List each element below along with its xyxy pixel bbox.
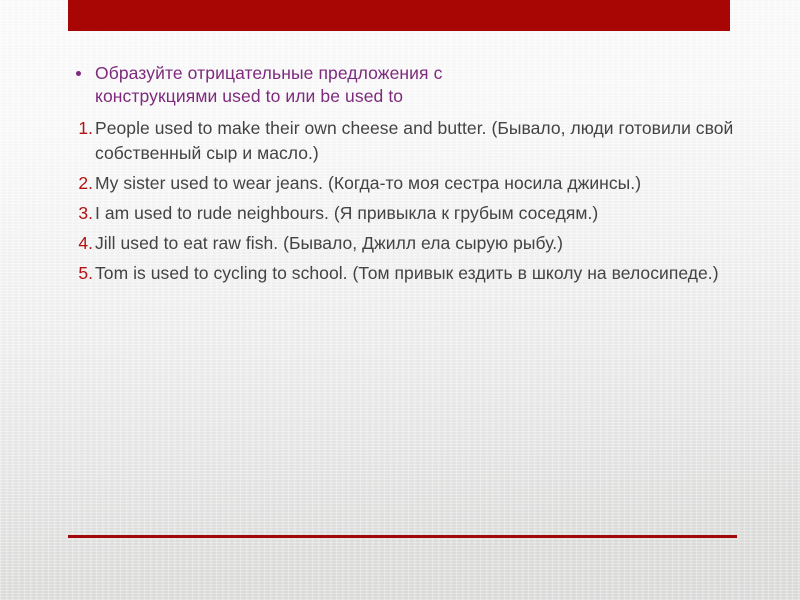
footer-divider <box>68 535 737 538</box>
list-item: 3. I am used to rude neighbours. (Я прив… <box>68 201 728 226</box>
list-item-text: People used to make their own cheese and… <box>95 118 734 163</box>
list-item-number: 1. <box>78 118 93 138</box>
list-item-number: 5. <box>78 263 93 283</box>
slide-content-body: Образуйте отрицательные предложения с ко… <box>68 62 733 291</box>
slide: Образуйте отрицательные предложения с ко… <box>0 0 800 600</box>
list-item-number: 2. <box>78 173 93 193</box>
list-item: 4. Jill used to eat raw fish. (Бывало, Д… <box>68 231 728 256</box>
list-item-text: Jill used to eat raw fish. (Бывало, Джил… <box>95 233 564 253</box>
bullet-dot-icon <box>76 71 81 76</box>
bullet-list-item: Образуйте отрицательные предложения с ко… <box>68 62 728 108</box>
instruction-text: Образуйте отрицательные предложения с ко… <box>95 63 443 106</box>
title-bar <box>68 0 730 31</box>
list-item: 2. My sister used to wear jeans. (Когда-… <box>68 171 728 196</box>
list-item-text: Tom is used to cycling to school. (Том п… <box>95 263 719 283</box>
list-item: 1. People used to make their own cheese … <box>68 116 733 166</box>
numbered-exercise-list: 1. People used to make their own cheese … <box>68 116 733 286</box>
list-item: 5. Tom is used to cycling to school. (То… <box>68 261 728 286</box>
list-item-number: 4. <box>78 233 93 253</box>
list-item-text: I am used to rude neighbours. (Я привыкл… <box>95 203 599 223</box>
list-item-number: 3. <box>78 203 93 223</box>
list-item-text: My sister used to wear jeans. (Когда-то … <box>95 173 642 193</box>
